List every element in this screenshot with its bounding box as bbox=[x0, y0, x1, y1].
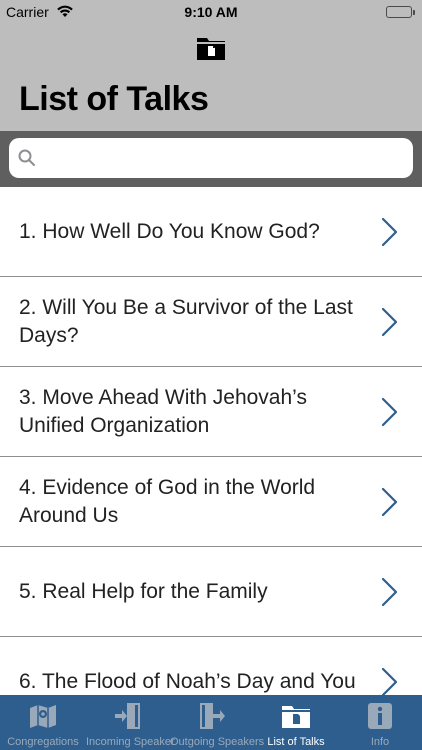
list-item[interactable]: 4. Evidence of God in the World Around U… bbox=[0, 457, 422, 547]
tab-incoming-speaker[interactable]: Incoming Speaker bbox=[86, 695, 175, 750]
talk-title: 4. Evidence of God in the World Around U… bbox=[19, 475, 316, 527]
info-icon bbox=[365, 701, 395, 731]
chevron-right-icon bbox=[380, 667, 398, 695]
chevron-right-icon bbox=[380, 307, 398, 337]
talk-title: 2. Will You Be a Survivor of the Last Da… bbox=[19, 295, 353, 347]
map-icon bbox=[28, 701, 58, 731]
tab-label: List of Talks bbox=[267, 736, 325, 748]
tab-label: Info bbox=[370, 736, 390, 748]
page-title: List of Talks bbox=[19, 80, 209, 118]
tab-label: Congregations bbox=[7, 736, 79, 748]
search-field[interactable] bbox=[9, 138, 413, 178]
folder-icon bbox=[196, 34, 226, 62]
list-item[interactable]: 6. The Flood of Noah’s Day and You bbox=[0, 637, 422, 695]
tab-congregations[interactable]: Congregations bbox=[0, 695, 86, 750]
chevron-right-icon bbox=[380, 397, 398, 427]
list-item[interactable]: 3. Move Ahead With Jehovah’s Unified Org… bbox=[0, 367, 422, 457]
list-item[interactable]: 2. Will You Be a Survivor of the Last Da… bbox=[0, 277, 422, 367]
search-input[interactable] bbox=[43, 144, 403, 172]
chevron-right-icon bbox=[380, 577, 398, 607]
talk-title: 1. How Well Do You Know God? bbox=[19, 219, 320, 243]
tab-bar: Congregations Incoming Speaker Outgoing … bbox=[0, 695, 422, 750]
tab-label: Incoming Speaker bbox=[86, 736, 175, 748]
list-item[interactable]: 5. Real Help for the Family bbox=[0, 547, 422, 637]
battery-icon bbox=[386, 6, 415, 18]
tab-list-of-talks[interactable]: List of Talks bbox=[254, 695, 338, 750]
status-bar: Carrier 9:10 AM bbox=[0, 0, 422, 24]
door-enter-icon bbox=[113, 701, 143, 731]
chevron-right-icon bbox=[380, 487, 398, 517]
talk-title: 5. Real Help for the Family bbox=[19, 579, 268, 603]
clock-time: 9:10 AM bbox=[184, 4, 238, 20]
chevron-right-icon bbox=[380, 217, 398, 247]
search-bar bbox=[0, 131, 422, 187]
talk-title: 3. Move Ahead With Jehovah’s Unified Org… bbox=[19, 385, 307, 437]
battery-nub bbox=[413, 10, 415, 15]
talk-list[interactable]: 1. How Well Do You Know God? 2. Will You… bbox=[0, 187, 422, 695]
tab-info[interactable]: Info bbox=[338, 695, 422, 750]
tab-label: Outgoing Speakers bbox=[170, 736, 265, 748]
tab-outgoing-speakers[interactable]: Outgoing Speakers bbox=[170, 695, 265, 750]
list-item[interactable]: 1. How Well Do You Know God? bbox=[0, 187, 422, 277]
folder-icon bbox=[281, 701, 311, 731]
search-icon bbox=[18, 149, 36, 167]
talk-title: 6. The Flood of Noah’s Day and You bbox=[19, 669, 356, 693]
door-exit-icon bbox=[197, 701, 227, 731]
nav-header: List of Talks bbox=[0, 24, 422, 131]
